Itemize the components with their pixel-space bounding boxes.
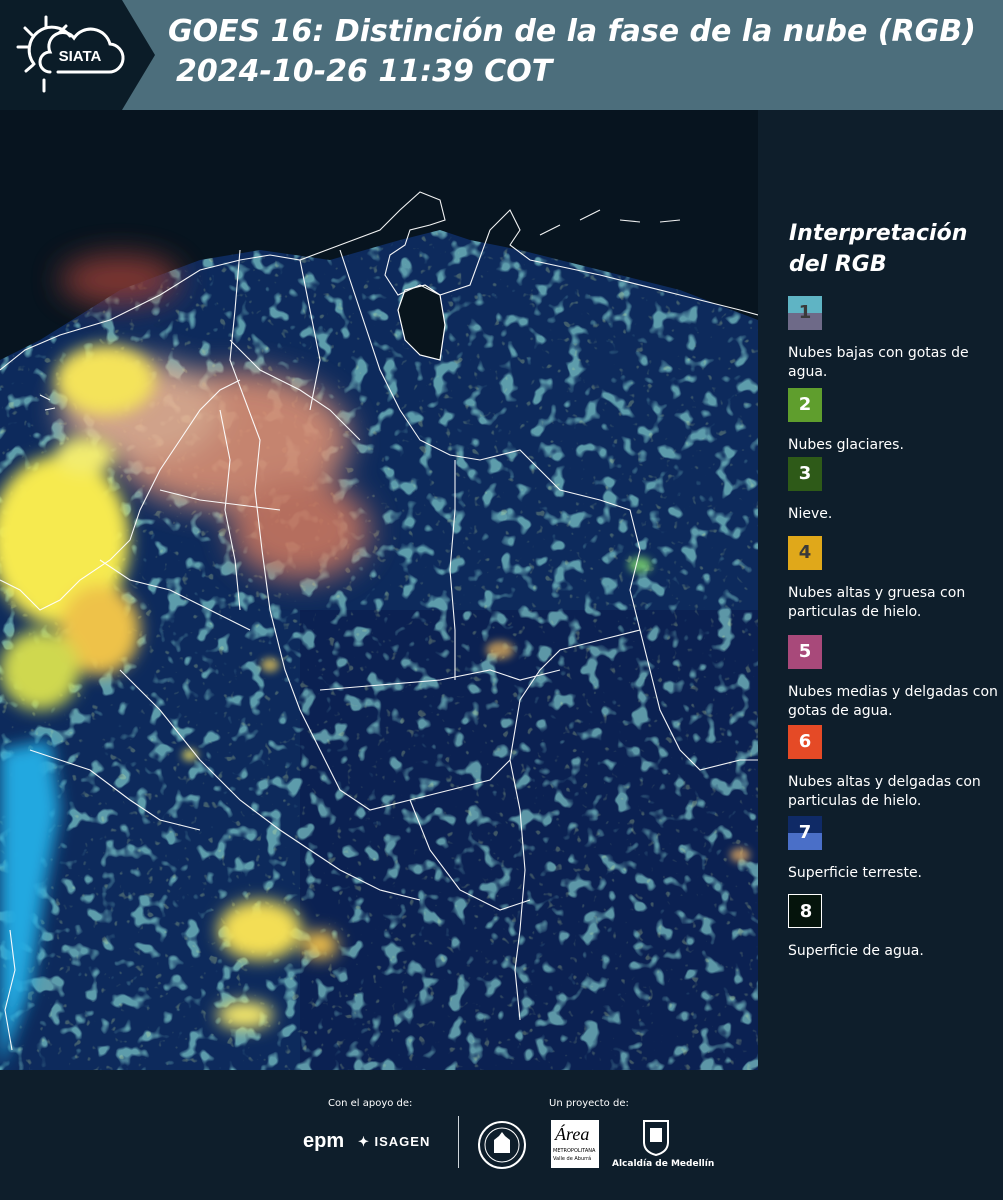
legend-title: Interpretación del RGB [789, 221, 968, 277]
header-bar: SIATA GOES 16: Distinción de la fase de … [0, 0, 1003, 110]
legend-label: Superficie de agua. [788, 943, 924, 959]
legend-panel: Interpretación del RGB 1 Nubes bajas con … [758, 110, 1003, 1070]
timestamp: 2024-10-26 11:39 COT [176, 54, 553, 89]
isagen-text: ISAGEN [374, 1134, 431, 1149]
legend-label: Nubes altas y gruesa con particulas de h… [788, 585, 966, 620]
legend-label: Nubes medias y delgadas con gotas de agu… [788, 684, 998, 719]
satellite-image [0, 110, 758, 1070]
legend-label: Nubes glaciares. [788, 437, 904, 453]
area-logo-text: Área [555, 1124, 590, 1144]
coat-of-arms-icon [643, 1120, 669, 1156]
isagen-logo: ✦ ISAGEN [358, 1134, 430, 1150]
legend-label: Nubes altas y delgadas con particulas de… [788, 774, 981, 809]
legend-swatch: 4 [788, 536, 822, 570]
footer-divider [458, 1116, 459, 1168]
legend-number: 6 [798, 731, 812, 752]
alcaldia-logo: Alcaldía de Medellín [612, 1159, 715, 1169]
epm-logo: epm [303, 1130, 345, 1152]
satellite-rgb-map [0, 110, 758, 1070]
legend-swatch: 1 [788, 296, 822, 330]
legend-number: 8 [799, 901, 813, 922]
legend-number: 1 [798, 302, 812, 323]
legend-number: 3 [798, 463, 812, 484]
area-logo-subtext: METROPOLITANA [553, 1148, 596, 1154]
legend-label: Nieve. [788, 506, 833, 522]
legend-number: 2 [798, 394, 812, 415]
legend-swatch: 2 [788, 388, 822, 422]
legend-label: Superficie terreste. [788, 865, 923, 881]
legend-number: 5 [798, 641, 812, 662]
siata-logo: SIATA [0, 0, 155, 110]
footer: Con el apoyo de: Un proyecto de: epm ✦ I… [0, 1070, 1003, 1200]
legend-number: 7 [798, 822, 812, 843]
support-label: Con el apoyo de: [328, 1098, 413, 1109]
area-metropolitana-logo: Área METROPOLITANA Valle de Aburrá [551, 1120, 599, 1168]
university-seal-icon [478, 1121, 526, 1169]
legend-number: 4 [798, 542, 812, 563]
page-title: GOES 16: Distinción de la fase de la nub… [168, 14, 976, 49]
area-logo-subtext2: Valle de Aburrá [553, 1156, 592, 1162]
legend-swatch: 6 [788, 725, 822, 759]
legend-swatch: 3 [788, 457, 822, 491]
siata-logo-graphic: SIATA [0, 0, 155, 110]
isagen-icon: ✦ [358, 1134, 375, 1149]
legend-swatch: 7 [788, 816, 822, 850]
project-label: Un proyecto de: [549, 1098, 629, 1109]
svg-text:SIATA: SIATA [59, 48, 102, 65]
legend-swatch: 8 [788, 894, 822, 928]
legend-swatch: 5 [788, 635, 822, 669]
legend-label: Nubes bajas con gotas de agua. [788, 345, 969, 380]
